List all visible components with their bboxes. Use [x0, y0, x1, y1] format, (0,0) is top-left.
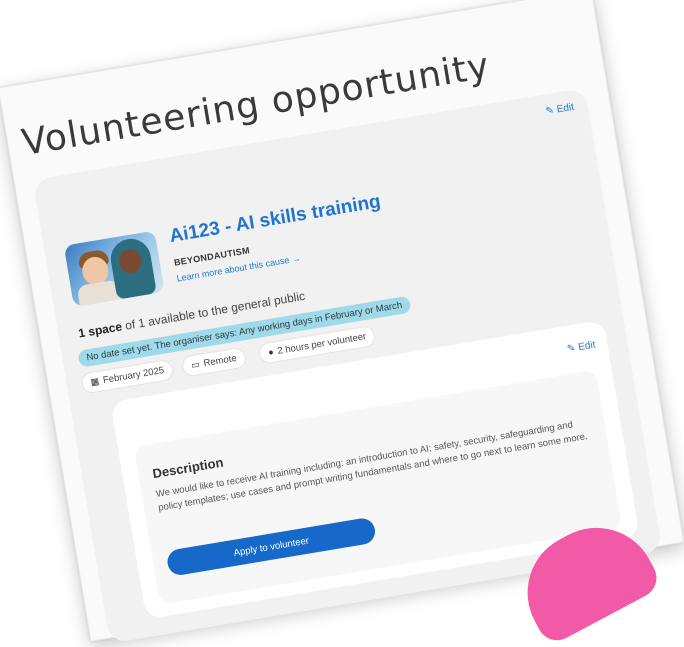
edit-opportunity-link[interactable]: ✎Edit [545, 102, 575, 118]
apply-button[interactable]: Apply to volunteer [165, 516, 377, 577]
location-chip-label: Remote [202, 352, 238, 370]
date-chip-label: February 2025 [102, 365, 165, 387]
pencil-icon: ✎ [566, 342, 577, 356]
edit-description-link[interactable]: ✎Edit [566, 339, 596, 355]
pencil-icon: ✎ [544, 105, 555, 118]
edit-label: Edit [577, 339, 597, 354]
cause-photo [63, 230, 165, 307]
opportunity-title: Ai123 - AI skills training [167, 191, 383, 248]
calendar-icon: ▦ [89, 375, 100, 388]
location-chip: ▭ Remote [181, 347, 246, 377]
spaces-count: 1 space [77, 319, 124, 341]
hours-chip-label: 2 hours per volunteer [276, 331, 368, 357]
clock-icon: ● [267, 346, 275, 358]
laptop-icon: ▭ [190, 359, 201, 371]
edit-label: Edit [555, 101, 575, 116]
